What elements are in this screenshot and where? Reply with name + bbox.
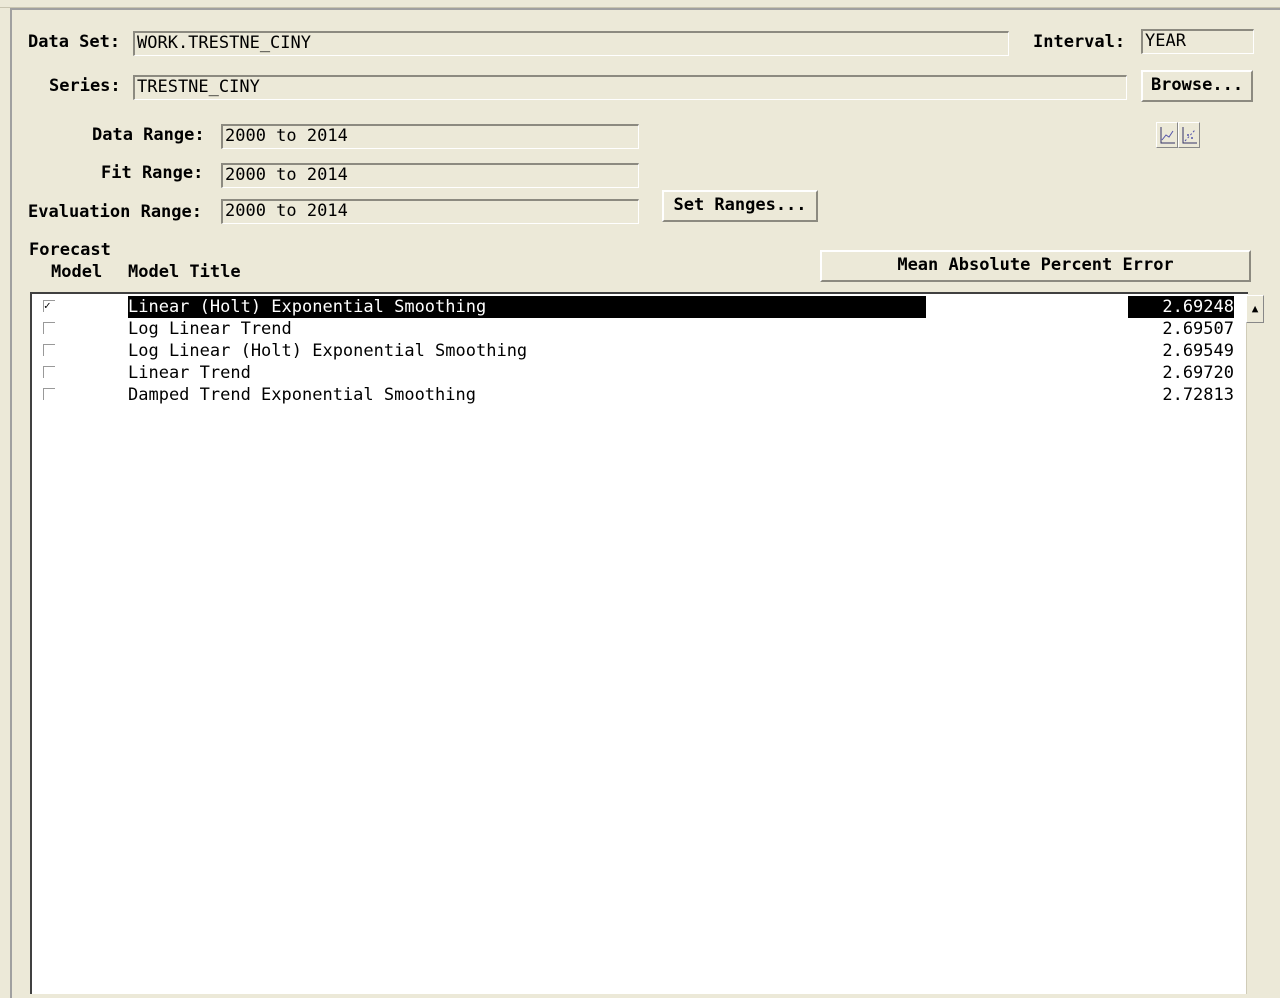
- model-header: Model: [51, 262, 103, 282]
- model-checkbox[interactable]: ✓: [43, 300, 55, 312]
- eval-range-field[interactable]: 2000 to 2014: [221, 199, 639, 224]
- data-range-field[interactable]: 2000 to 2014: [221, 124, 639, 149]
- dataset-field[interactable]: WORK.TRESTNE_CINY: [133, 31, 1009, 56]
- fit-range-label: Fit Range:: [101, 163, 204, 183]
- vertical-scrollbar[interactable]: [1246, 295, 1264, 994]
- model-mape: 2.69248: [1128, 296, 1234, 318]
- model-checkbox[interactable]: [43, 344, 55, 356]
- scatter-chart-button[interactable]: [1178, 122, 1200, 148]
- model-row[interactable]: ✓ Linear (Holt) Exponential Smoothing 2.…: [32, 296, 1246, 318]
- eval-range-label: Evaluation Range:: [28, 202, 202, 222]
- model-checkbox[interactable]: [43, 322, 55, 334]
- model-row[interactable]: Log Linear Trend 2.69507: [32, 318, 1246, 340]
- interval-field[interactable]: YEAR: [1141, 29, 1254, 54]
- model-title: Damped Trend Exponential Smoothing: [128, 385, 476, 405]
- model-title: Log Linear Trend: [128, 319, 292, 339]
- series-field[interactable]: TRESTNE_CINY: [133, 75, 1127, 100]
- chart-buttons: [1156, 122, 1200, 148]
- top-bar: [0, 0, 1280, 8]
- forecast-header: Forecast: [29, 240, 111, 260]
- data-range-label: Data Range:: [92, 125, 205, 145]
- set-ranges-button[interactable]: Set Ranges...: [662, 190, 818, 222]
- model-checkbox[interactable]: [43, 366, 55, 378]
- model-mape: 2.69507: [1162, 319, 1234, 339]
- interval-label: Interval:: [1033, 32, 1126, 52]
- model-title-header: Model Title: [128, 262, 241, 282]
- model-mape: 2.69549: [1162, 341, 1234, 361]
- model-row[interactable]: Linear Trend 2.69720: [32, 362, 1246, 384]
- model-list: ✓ Linear (Holt) Exponential Smoothing 2.…: [30, 292, 1248, 994]
- model-title: Log Linear (Holt) Exponential Smoothing: [128, 341, 528, 361]
- line-chart-button[interactable]: [1156, 122, 1178, 148]
- dataset-label: Data Set:: [28, 32, 121, 52]
- model-checkbox[interactable]: [43, 388, 55, 400]
- model-title: Linear Trend: [128, 363, 251, 383]
- model-mape: 2.72813: [1162, 385, 1234, 405]
- model-row[interactable]: Log Linear (Holt) Exponential Smoothing …: [32, 340, 1246, 362]
- scroll-up-arrow-icon[interactable]: ▲: [1246, 295, 1264, 323]
- browse-button[interactable]: Browse...: [1141, 70, 1253, 102]
- series-label: Series:: [49, 76, 121, 96]
- mape-column-header[interactable]: Mean Absolute Percent Error: [820, 250, 1251, 282]
- model-mape: 2.69720: [1162, 363, 1234, 383]
- line-chart-icon: [1160, 127, 1175, 144]
- fit-range-field[interactable]: 2000 to 2014: [221, 163, 639, 188]
- model-row[interactable]: Damped Trend Exponential Smoothing 2.728…: [32, 384, 1246, 406]
- model-title: Linear (Holt) Exponential Smoothing: [128, 296, 926, 318]
- scatter-chart-icon: [1182, 127, 1197, 144]
